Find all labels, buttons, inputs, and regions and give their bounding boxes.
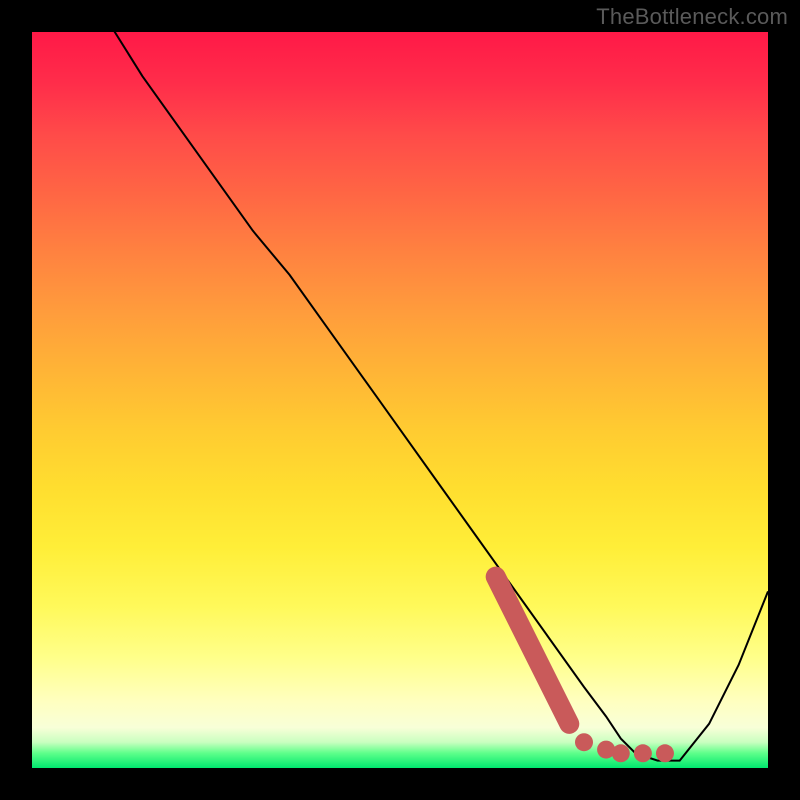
highlight-dot [612,744,630,762]
highlight-dot [656,744,674,762]
highlight-dot [634,744,652,762]
highlight-dot [575,733,593,751]
plot-area [32,32,768,768]
watermark-text: TheBottleneck.com [596,4,788,30]
series-curve [32,32,768,761]
chart-frame: TheBottleneck.com [0,0,800,800]
highlight-dots [575,733,674,762]
chart-svg [32,32,768,768]
